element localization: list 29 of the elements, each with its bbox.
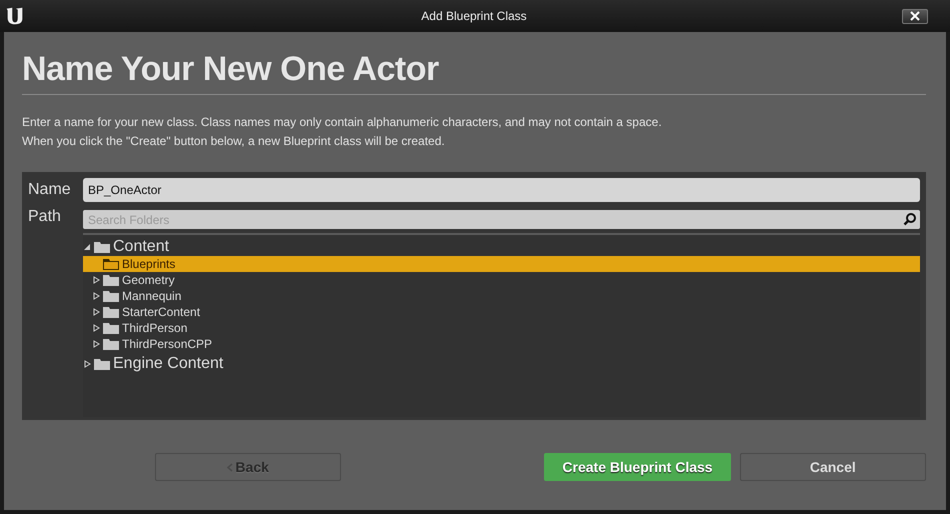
- dialog-heading: Name Your New One Actor: [22, 49, 440, 90]
- folder-icon: [103, 274, 119, 286]
- expander-icon: [84, 360, 91, 368]
- tree-item[interactable]: StarterContent: [83, 304, 920, 320]
- tree-item[interactable]: Content: [83, 237, 920, 256]
- window-title: Add Blueprint Class: [420, 9, 528, 23]
- close-icon: [910, 11, 920, 21]
- folder-icon: [94, 358, 110, 370]
- folder-icon: [103, 306, 119, 318]
- tree-item[interactable]: Mannequin: [83, 288, 920, 304]
- tree-item[interactable]: ThirdPerson: [83, 320, 920, 336]
- folder-icon: [103, 338, 119, 350]
- search-icon: [903, 212, 917, 226]
- tree-item[interactable]: Geometry: [83, 272, 920, 288]
- name-field[interactable]: BP_OneActor: [83, 178, 920, 202]
- tree-item[interactable]: ThirdPersonCPP: [83, 336, 920, 352]
- folder-icon: [103, 322, 119, 334]
- folder-icon: [103, 290, 119, 302]
- close-button[interactable]: [902, 8, 928, 24]
- tree-item[interactable]: Blueprints: [83, 256, 920, 272]
- name-label: Name: [28, 181, 72, 199]
- folder-icon: [94, 240, 110, 252]
- tree-item[interactable]: Engine Content: [83, 354, 920, 373]
- description-text: Enter a name for your new class. Class names may only contain alphanumeric characters, and may not contain a space.: [22, 114, 663, 131]
- cancel-button[interactable]: Cancel: [740, 453, 926, 481]
- expander-icon: [84, 242, 91, 250]
- path-label: Path: [28, 208, 62, 226]
- folder-icon: [103, 258, 119, 270]
- description-text: When you click the "Create" button below, a new Blueprint class will be created.: [22, 133, 446, 150]
